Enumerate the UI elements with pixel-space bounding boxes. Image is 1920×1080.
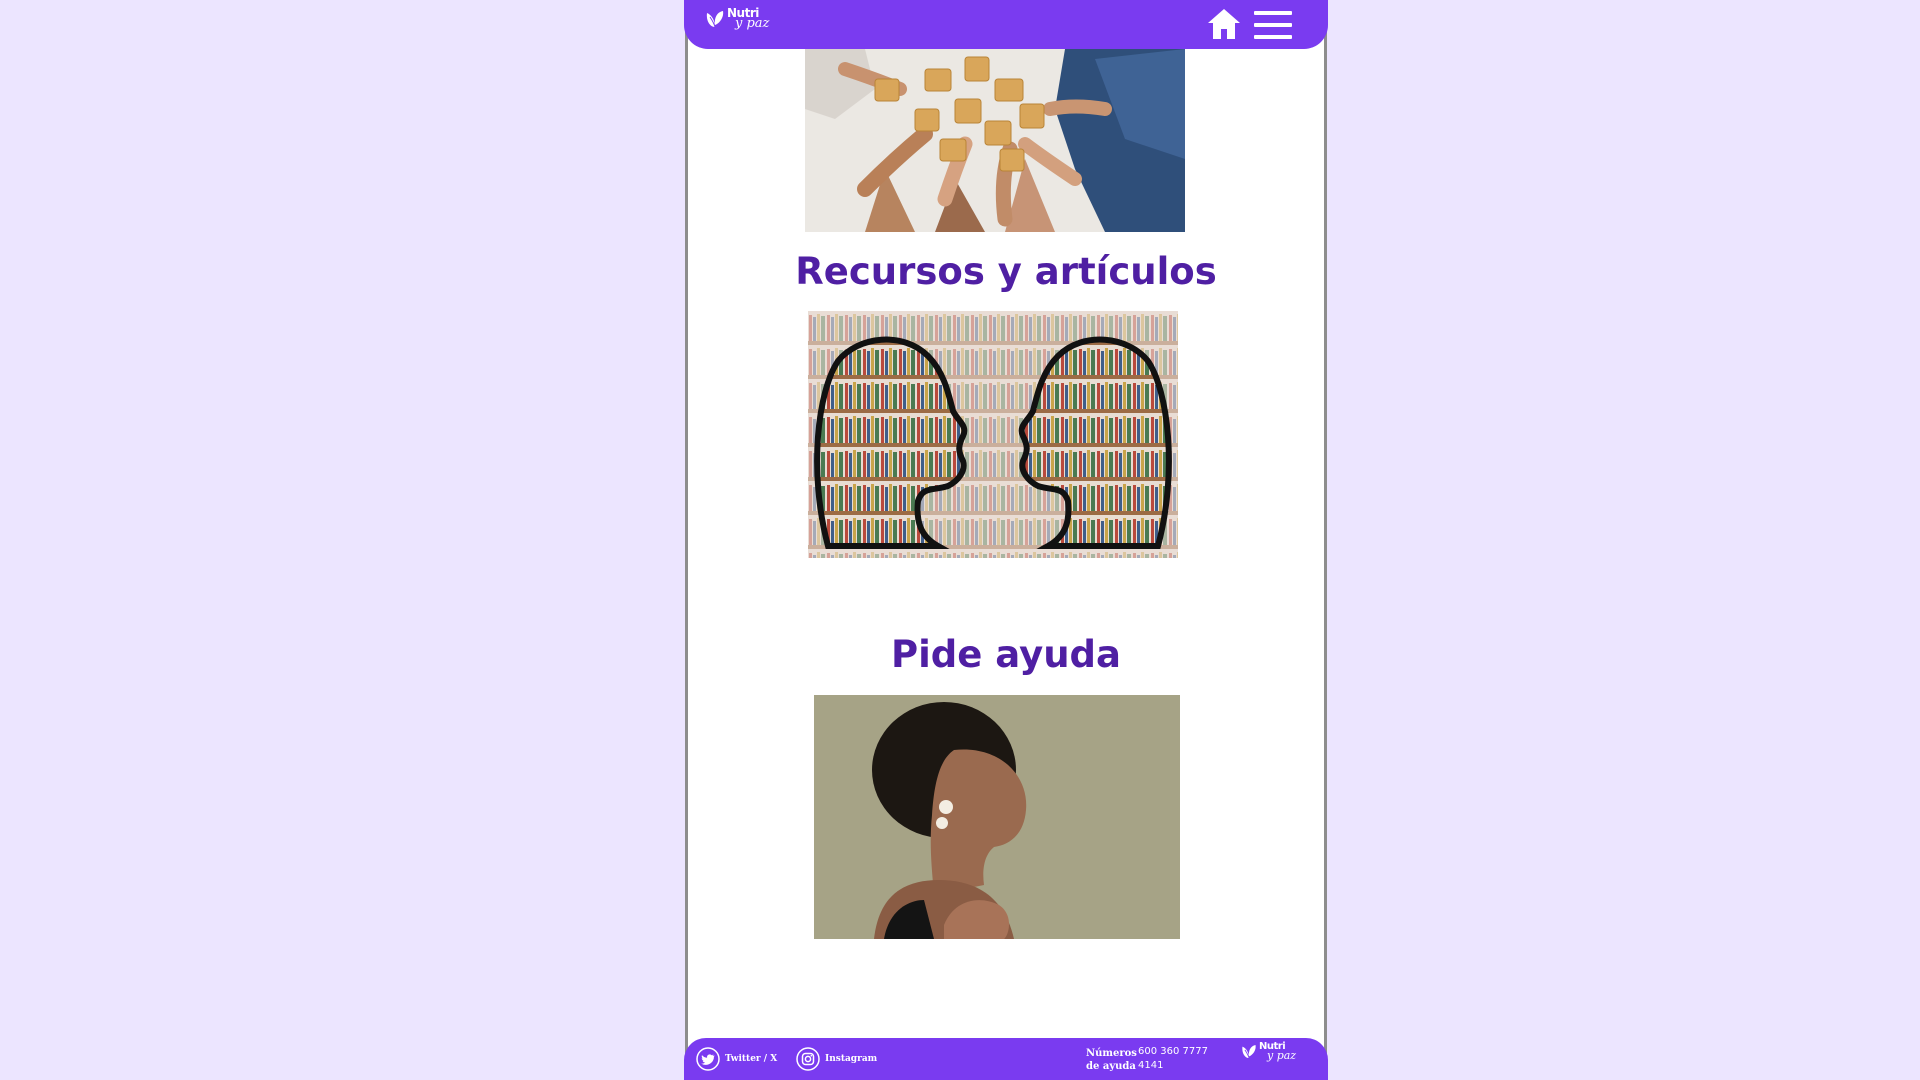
top-nav-bar: Nutri y paz [684,0,1328,49]
twitter-icon [696,1047,720,1071]
help-label-line1: Números [1086,1048,1137,1059]
logo-word-ypaz: y paz [735,16,770,31]
hamburger-menu-icon[interactable] [1254,9,1292,41]
help-numbers: 600 360 7777 4141 [1138,1045,1208,1073]
woman-breathing-image [814,695,1180,939]
home-icon[interactable] [1206,7,1242,41]
help-label-line2: de ayuda [1086,1061,1136,1072]
instagram-link[interactable]: Instagram [796,1047,877,1071]
footer-logo[interactable]: Nutri y paz [1240,1042,1296,1061]
footer-logo-word-ypaz: y paz [1267,1049,1297,1062]
help-number-2[interactable]: 4141 [1138,1059,1208,1073]
leaf-logo-icon [706,10,724,27]
footer-bar: Twitter / X Instagram Números de ayuda 6… [684,1038,1328,1080]
leaf-logo-icon [1242,1044,1256,1059]
twitter-label: Twitter / X [725,1054,778,1064]
puzzle-hands-image [805,49,1185,232]
recursos-heading: Recursos y artículos [795,250,1217,293]
twitter-link[interactable]: Twitter / X [696,1047,777,1071]
pide-ayuda-heading: Pide ayuda [890,633,1121,676]
help-number-1[interactable]: 600 360 7777 [1138,1045,1208,1059]
help-numbers-label: Números de ayuda [1086,1047,1137,1073]
header-logo[interactable]: Nutri y paz [704,7,769,30]
instagram-label: Instagram [825,1054,878,1064]
library-heads-image [808,311,1178,558]
instagram-icon [796,1047,820,1071]
